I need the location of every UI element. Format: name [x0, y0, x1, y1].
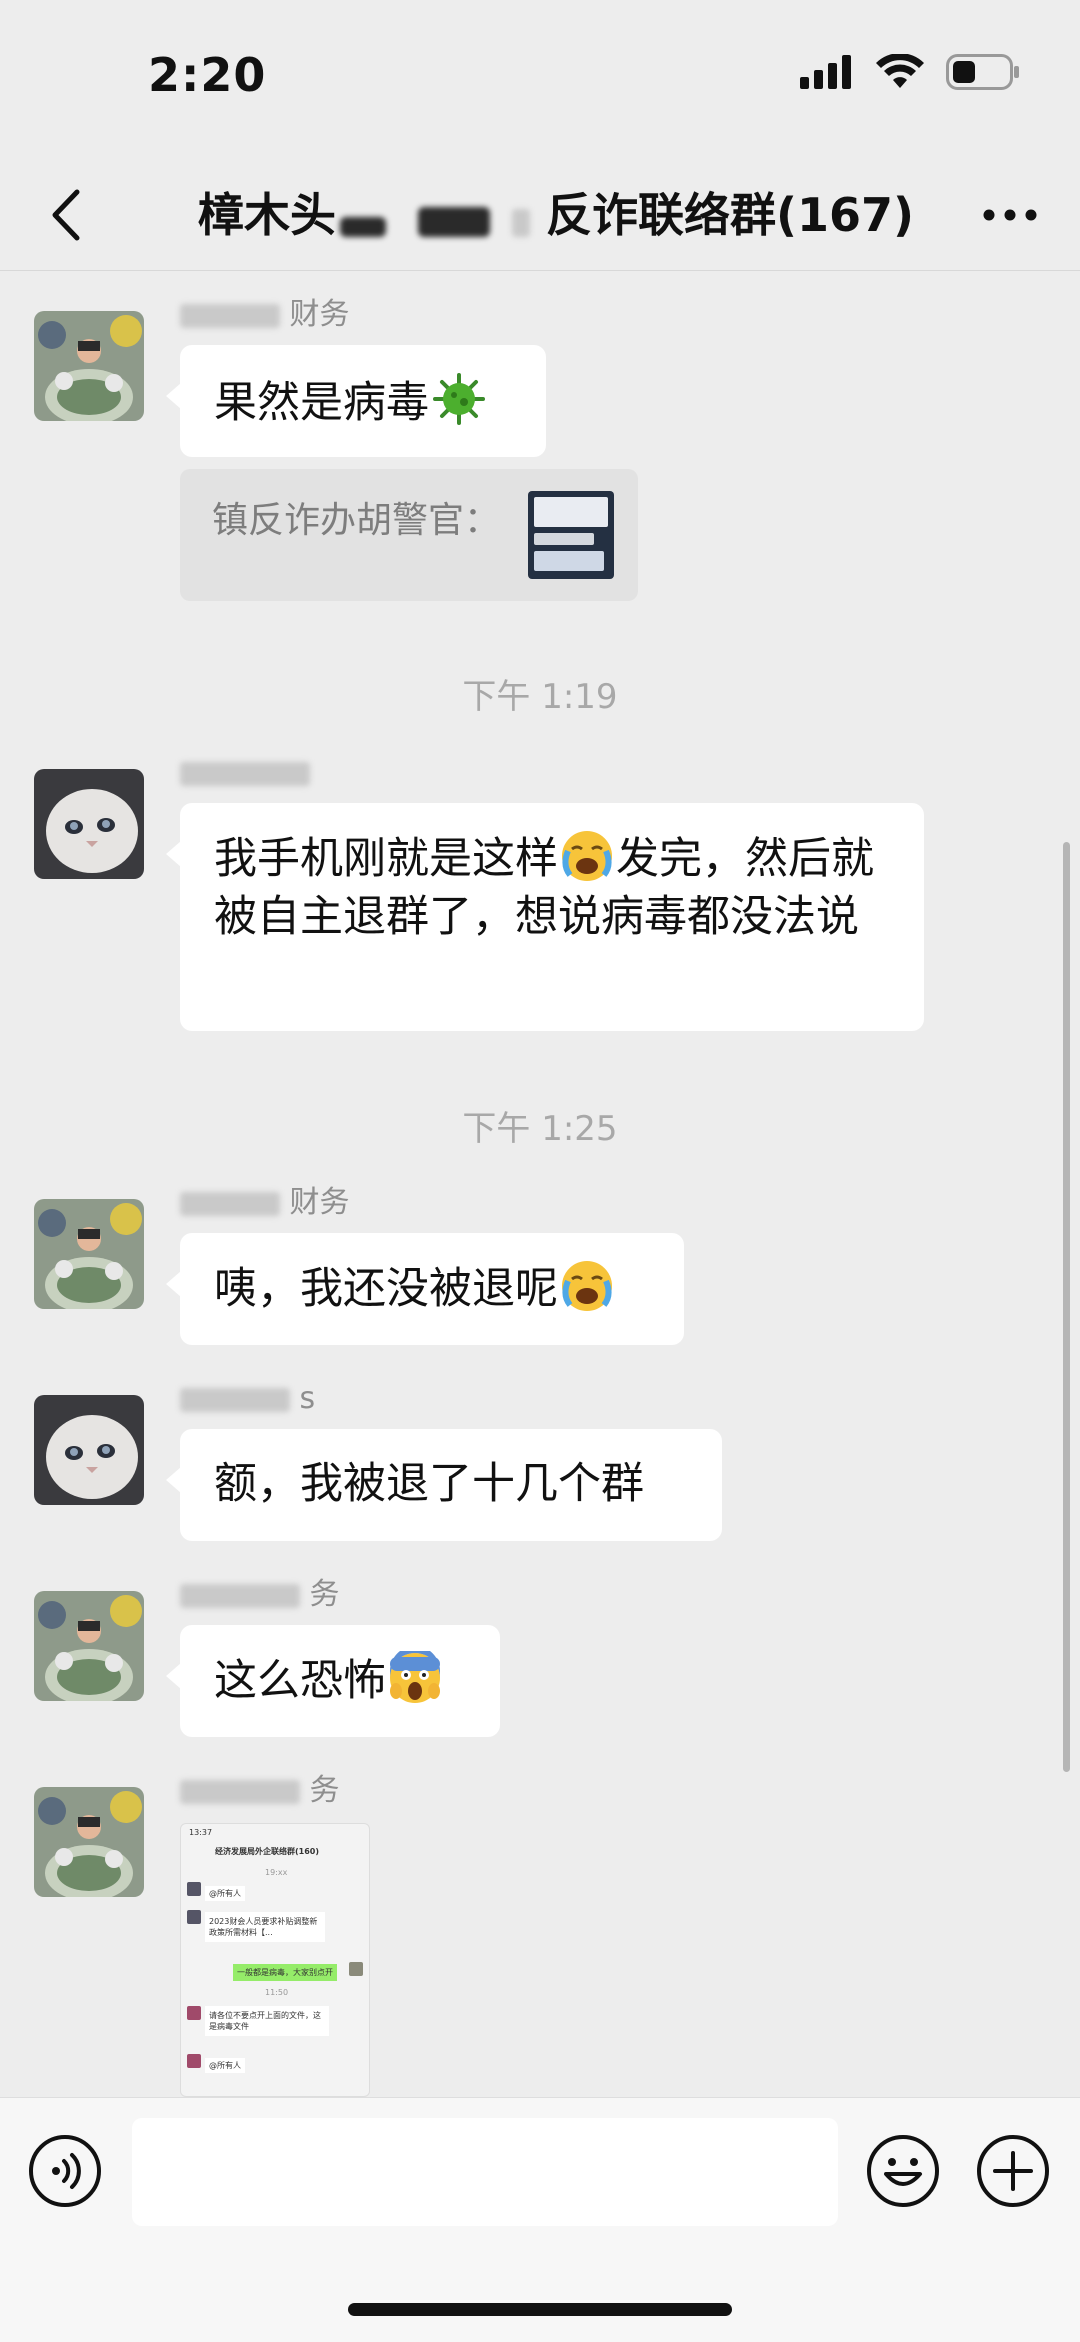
shot-line: 19:xx: [265, 1868, 288, 1877]
cellular-signal-icon: [800, 55, 851, 89]
shot-line: 请各位不要点开上面的文件，这是病毒文件: [205, 2006, 329, 2036]
shot-line: @所有人: [205, 2058, 245, 2073]
avatar[interactable]: [34, 1395, 144, 1505]
sender-name: 务: [180, 1575, 340, 1615]
quote-text: 镇反诈办胡警官：: [212, 500, 501, 541]
shot-line: 11:50: [265, 1988, 289, 1997]
sender-name: 财务: [180, 1183, 350, 1223]
home-indicator[interactable]: [348, 2303, 732, 2316]
chat-title: 樟木头 反诈联络群(167): [198, 180, 914, 250]
plus-icon[interactable]: [976, 2134, 1050, 2208]
wifi-icon: [876, 54, 924, 88]
chat-title-end: 反诈联络群(167): [546, 188, 915, 242]
shot-line: 一般都是病毒，大家别点开: [233, 1964, 337, 1981]
sender-name: s: [180, 1379, 315, 1419]
message-bubble[interactable]: 这么恐怖: [166, 1625, 500, 1737]
quoted-message[interactable]: 镇反诈办胡警官：: [180, 469, 638, 601]
timestamp: 下午 1:25: [462, 1109, 618, 1149]
shot-line: 2023财会人员要求补贴调整新政策所需材料【...: [205, 1912, 325, 1942]
quote-image-thumbnail[interactable]: [528, 491, 614, 579]
sender-name: [180, 753, 310, 793]
chat-header: 樟木头 反诈联络群(167): [0, 160, 1080, 271]
avatar[interactable]: [34, 769, 144, 879]
message-bubble[interactable]: 咦，我还没被退呢: [166, 1233, 684, 1345]
message-bubble[interactable]: 额，我被退了十几个群: [166, 1429, 722, 1541]
loudly-crying-emoji-icon: [562, 1261, 612, 1311]
shot-line: @所有人: [205, 1886, 245, 1901]
image-message[interactable]: 13:37 经济发展局外企联络群(160) 19:xx @所有人 2023财会人…: [180, 1823, 370, 2097]
status-time: 2:20: [148, 48, 267, 102]
avatar[interactable]: [34, 1787, 144, 1897]
emoji-icon[interactable]: [866, 2134, 940, 2208]
shot-time: 13:37: [189, 1828, 213, 1837]
message-input[interactable]: [132, 2118, 838, 2226]
chevron-left-icon: [52, 189, 80, 241]
timestamp: 下午 1:19: [462, 677, 618, 717]
loudly-crying-emoji-icon: [562, 831, 612, 881]
shot-title: 经济发展局外企联络群(160): [215, 1847, 320, 1856]
chat-title-start: 樟木头: [198, 188, 336, 242]
more-options-button[interactable]: [970, 180, 1050, 250]
avatar[interactable]: [34, 1591, 144, 1701]
scrollbar[interactable]: [1063, 842, 1070, 1772]
status-bar: 2:20: [0, 0, 1080, 160]
avatar[interactable]: [34, 311, 144, 421]
sender-name: 财务: [180, 295, 350, 335]
status-icons: [800, 54, 1020, 90]
more-dots-icon: [983, 209, 1037, 221]
message-bubble[interactable]: 我手机刚就是这样 发完，然后就被自主退群了，想说病毒都没法说: [166, 803, 924, 1031]
message-bubble[interactable]: 果然是病毒: [166, 345, 546, 457]
message-list[interactable]: 财务 果然是病毒 镇反诈办胡警官： 下午 1:19 我手机刚就是这样 发完，然后…: [0, 271, 1080, 2097]
battery-icon: [946, 54, 1019, 90]
back-button[interactable]: [36, 180, 96, 250]
sender-name: 务: [180, 1771, 340, 1811]
virus-emoji-icon: [433, 373, 485, 425]
avatar[interactable]: [34, 1199, 144, 1309]
voice-icon[interactable]: [28, 2134, 102, 2208]
redacted-title-part: [336, 199, 546, 239]
screaming-in-fear-emoji-icon: [390, 1651, 440, 1703]
